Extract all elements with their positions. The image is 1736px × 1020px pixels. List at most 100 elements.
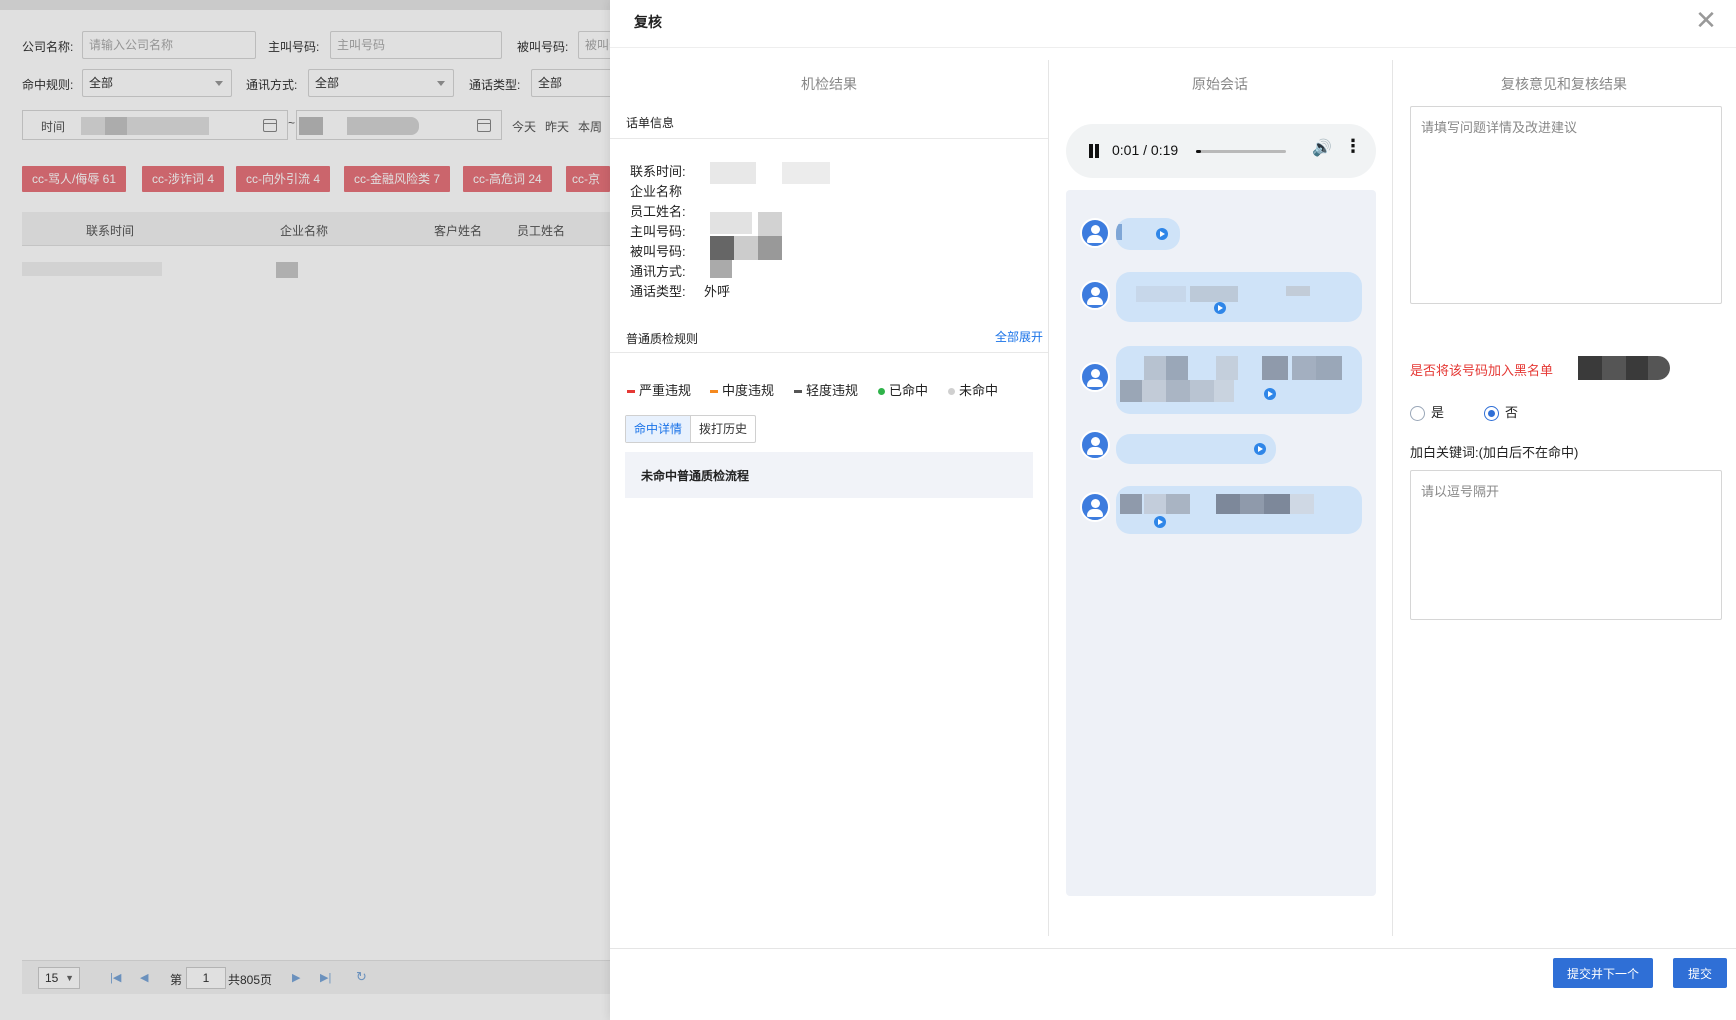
divider: [610, 138, 1048, 139]
machine-check-title: 机检结果: [801, 76, 857, 92]
start-date-value-mask: [105, 117, 127, 135]
expand-all-link[interactable]: 全部展开: [995, 328, 1043, 345]
audio-progress-slider[interactable]: [1196, 150, 1286, 153]
field-call-type-label: 通话类型:: [630, 284, 686, 299]
col-company-name: 企业名称: [280, 224, 329, 238]
close-icon[interactable]: ✕: [1692, 7, 1720, 36]
redacted-value: [758, 212, 782, 236]
company-name-label: 公司名称:: [22, 40, 74, 54]
tab-hit-details[interactable]: 命中详情: [626, 416, 692, 442]
legend-marker: [878, 388, 885, 396]
message-bubble: [1116, 218, 1180, 250]
prev-page-icon[interactable]: ◀: [140, 971, 148, 984]
page-total: 共805页: [228, 973, 273, 987]
redacted-number: [1578, 356, 1670, 380]
next-page-icon[interactable]: ▶: [292, 971, 300, 984]
field-call-type-value: 外呼: [704, 284, 731, 299]
review-modal: 复核 ✕ 机检结果 话单信息 联系时间: 企业名称 员工姓名: 主叫号码: 被叫…: [610, 0, 1736, 1020]
hit-rule-select[interactable]: 全部: [82, 69, 232, 97]
play-icon[interactable]: [1214, 302, 1226, 314]
quick-this-week[interactable]: 本周: [578, 118, 602, 135]
rule-tag[interactable]: cc-向外引流 4: [236, 166, 331, 192]
call-type-select[interactable]: 全部: [531, 69, 621, 97]
redacted-value: [734, 236, 758, 260]
first-page-icon[interactable]: |◀: [110, 971, 121, 984]
message-bubble: [1116, 272, 1362, 322]
legend-minor: 轻度违规: [794, 380, 858, 399]
legend-not-hit: 未命中: [948, 380, 998, 399]
play-icon[interactable]: [1254, 443, 1266, 455]
redacted-value: [710, 260, 732, 278]
field-caller-label: 主叫号码:: [630, 224, 686, 239]
audio-progress-fill: [1196, 150, 1201, 153]
start-date-value: [81, 117, 209, 135]
end-date-value-mask: [299, 117, 323, 135]
page-prefix: 第: [170, 973, 183, 987]
end-date-picker[interactable]: [296, 110, 502, 140]
calendar-icon: [477, 119, 491, 132]
user-avatar-icon: [1080, 280, 1110, 310]
top-bar: [0, 0, 610, 10]
col-employee-name: 员工姓名: [517, 224, 566, 238]
chevron-down-icon: ▼: [65, 973, 74, 983]
submit-button[interactable]: 提交: [1673, 958, 1727, 988]
play-icon[interactable]: [1264, 388, 1276, 400]
call-type-label: 通话类型:: [469, 78, 521, 92]
rule-tag[interactable]: cc-骂人/侮辱 61: [22, 166, 127, 192]
review-result-title: 复核意见和复核结果: [1501, 76, 1627, 92]
review-opinion-textarea[interactable]: [1410, 106, 1722, 304]
radio-no[interactable]: 否: [1484, 402, 1518, 422]
user-avatar-icon: [1080, 430, 1110, 460]
col-customer-name: 客户姓名: [434, 224, 483, 238]
last-page-icon[interactable]: ▶|: [320, 971, 331, 984]
submit-and-next-button[interactable]: 提交并下一个: [1553, 958, 1653, 988]
refresh-icon[interactable]: ↻: [356, 969, 367, 985]
field-callee-label: 被叫号码:: [630, 244, 686, 259]
whitelist-keywords-label: 加白关键词:(加白后不在命中): [1410, 445, 1579, 460]
quick-yesterday[interactable]: 昨天: [545, 118, 569, 135]
message-bubble: [1116, 486, 1362, 534]
quick-today[interactable]: 今天: [512, 118, 536, 135]
radio-yes[interactable]: 是: [1410, 402, 1444, 422]
hit-detail-panel: 未命中普通质检流程: [625, 452, 1033, 498]
page-size-select[interactable]: 15 ▼: [38, 967, 80, 989]
caller-number-input[interactable]: 主叫号码: [330, 31, 502, 59]
page-number-input[interactable]: 1: [186, 967, 226, 989]
hit-detail-text: 未命中普通质检流程: [641, 469, 750, 483]
tab-call-history[interactable]: 拨打历史: [691, 416, 755, 442]
hit-rule-label: 命中规则:: [22, 78, 74, 92]
conversation-panel: [1066, 190, 1376, 896]
chevron-down-icon: [437, 81, 445, 86]
field-contact-time-label: 联系时间:: [630, 164, 686, 179]
field-employee-label: 员工姓名:: [630, 204, 686, 219]
column-divider: [1392, 60, 1393, 936]
comm-method-value: 全部: [315, 76, 340, 90]
rule-tag[interactable]: cc-涉诈词 4: [142, 166, 225, 192]
rule-tag[interactable]: cc-京: [566, 166, 610, 192]
comm-method-select[interactable]: 全部: [308, 69, 454, 97]
date-separator: ~: [288, 116, 296, 130]
play-icon[interactable]: [1156, 228, 1168, 240]
redacted-value: [758, 236, 782, 260]
message-bubble: [1116, 434, 1276, 464]
volume-icon[interactable]: 🔊: [1312, 138, 1332, 158]
whitelist-keywords-textarea[interactable]: [1410, 470, 1722, 620]
audio-player: 0:01 / 0:19 🔊 ⋮: [1066, 124, 1376, 178]
play-icon[interactable]: [1154, 516, 1166, 528]
table-row[interactable]: [22, 262, 162, 276]
rule-tag[interactable]: cc-金融风险类 7: [344, 166, 451, 192]
hit-rule-value: 全部: [89, 76, 114, 90]
original-conversation-title: 原始会话: [1192, 76, 1248, 92]
modal-header: 复核 ✕: [610, 0, 1736, 48]
chevron-down-icon: [215, 81, 223, 86]
table-header: 联系时间 企业名称 客户姓名 员工姓名: [22, 212, 610, 246]
page-size-value: 15: [45, 971, 59, 985]
user-avatar-icon: [1080, 362, 1110, 392]
rule-tag[interactable]: cc-高危词 24: [463, 166, 552, 192]
user-avatar-icon: [1080, 492, 1110, 522]
company-name-input[interactable]: 请输入公司名称: [82, 31, 256, 59]
pause-icon[interactable]: [1088, 144, 1100, 158]
call-info-heading: 话单信息: [626, 116, 675, 130]
more-options-icon[interactable]: ⋮: [1344, 137, 1362, 155]
start-date-picker[interactable]: 时间: [22, 110, 288, 140]
